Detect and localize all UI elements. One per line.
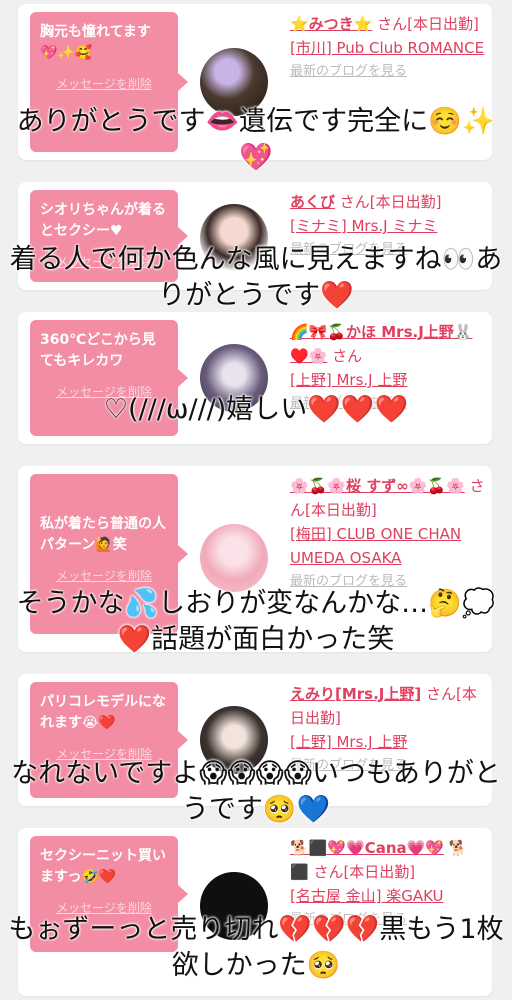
status-text: さん xyxy=(332,347,363,365)
shop-link[interactable]: [上野] Mrs.J 上野 xyxy=(290,368,486,392)
shop-link[interactable]: [名古屋 金山] 楽GAKU xyxy=(290,884,486,908)
host-name-link[interactable]: 🐕⬛💖💗Cana💗💖 xyxy=(290,839,444,857)
delete-message-link[interactable]: メッセージを削除 xyxy=(40,566,168,587)
status-text: さん[本日出勤] xyxy=(339,193,442,211)
status-text: さん[本日出勤] xyxy=(377,15,479,33)
overlay-caption: ありがとうです👄遺伝です完全に☺️✨💖 xyxy=(16,106,496,173)
overlay-caption: 着る人で何か色んな風に見えますね👀ありがとうです❤️ xyxy=(9,244,503,311)
message-text: シオリちゃんが着るとセクシー♥ xyxy=(40,202,166,239)
overlay-caption: ♡(///ω///)嬉しい❤️❤️❤️ xyxy=(103,394,409,425)
host-name-link[interactable]: えみり[Mrs.J上野] xyxy=(290,685,421,703)
host-name-link[interactable]: ⭐みつき⭐ xyxy=(290,15,372,33)
message-text: 胸元も憧れてます💖✨🥰 xyxy=(40,24,151,61)
shop-link[interactable]: [梅田] CLUB ONE CHAN UMEDA OSAKA xyxy=(290,522,486,570)
shop-link[interactable]: [上野] Mrs.J 上野 xyxy=(290,730,486,754)
avatar[interactable] xyxy=(200,524,268,592)
shop-link[interactable]: [ミナミ] Mrs.J ミナミ xyxy=(290,214,486,238)
message-text: 360℃どこから見てもキレカワ xyxy=(40,332,156,369)
latest-blog-link[interactable]: 最新のブログを見る xyxy=(290,60,486,84)
delete-message-link[interactable]: メッセージを削除 xyxy=(40,74,168,95)
message-text: 私が着たら普通の人パターン🙋笑 xyxy=(40,516,166,553)
message-text: セクシーニット買いますっ🤣❤️ xyxy=(40,848,166,885)
overlay-caption: なれないですよ😱😱😱😱いつもありがとうです🥺💙 xyxy=(11,758,501,825)
message-text: パリコレモデルになれます😭❤️ xyxy=(40,694,166,731)
host-name-link[interactable]: 🌈🎀🍒かほ Mrs.J上野🐰♥️🌸 xyxy=(290,323,472,365)
host-name-link[interactable]: 🌸🍒🌸桜 すず∞🌸🍒🌸 xyxy=(290,477,465,495)
host-name-link[interactable]: あくび xyxy=(290,193,335,211)
overlay-caption: そうかな💦しおりが変なんかな…🤔💭❤️話題が面白かった笑 xyxy=(16,588,496,655)
shop-link[interactable]: [市川] Pub Club ROMANCE xyxy=(290,36,486,60)
overlay-caption: もぉずーっと売り切れ💔💔💔黒もう1枚欲しかった🥺 xyxy=(8,914,504,981)
